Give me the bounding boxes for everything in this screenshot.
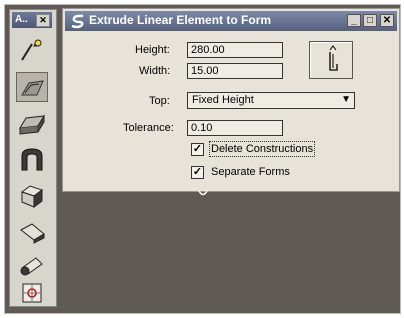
palette-title: A.. [15, 14, 28, 25]
dialog-titlebar[interactable]: Extrude Linear Element to Form _ □ ✕ [65, 11, 397, 31]
slab-icon [19, 114, 45, 135]
tool-element-selection[interactable] [16, 36, 48, 66]
separate-forms-checkbox[interactable]: ✓ [191, 166, 204, 179]
chevron-down-icon: ▼ [341, 94, 351, 105]
height-label: Height: [135, 44, 170, 56]
cylinder-icon [20, 257, 43, 276]
extrude-dialog: Extrude Linear Element to Form _ □ ✕ Hei… [62, 8, 400, 192]
box-icon [20, 185, 44, 208]
tool-cylinder[interactable] [16, 250, 48, 280]
tool-slab[interactable] [16, 108, 48, 138]
maximize-button[interactable]: □ [363, 14, 377, 27]
height-field[interactable]: 280.00 [187, 42, 283, 58]
delete-constructions-checkbox[interactable]: ✓ [191, 143, 204, 156]
microstation-app-icon [71, 14, 84, 29]
palette-titlebar[interactable]: A.. ✕ [12, 12, 52, 28]
separate-forms-label[interactable]: Separate Forms [211, 166, 290, 178]
tool-settings[interactable] [16, 278, 48, 308]
width-field[interactable]: 15.00 [187, 63, 283, 79]
extrude-form-icon [21, 80, 44, 96]
width-label: Width: [139, 65, 171, 77]
tool-box[interactable] [16, 180, 48, 210]
tool-extrude-linear-to-form[interactable] [16, 72, 48, 102]
direction-arrow-icon [329, 45, 338, 71]
top-select-value: Fixed Height [192, 94, 254, 106]
top-label: Top: [149, 95, 170, 107]
tool-palette: A.. ✕ [9, 9, 57, 307]
tool-wedge[interactable] [16, 216, 48, 246]
arrow-pointer-icon [21, 39, 42, 61]
tolerance-field[interactable]: 0.10 [187, 120, 283, 136]
minimize-button[interactable]: _ [347, 14, 361, 27]
palette-close-button[interactable]: ✕ [36, 14, 50, 27]
close-button[interactable]: ✕ [380, 14, 394, 27]
grid-settings-icon [22, 283, 42, 303]
delete-constructions-label[interactable]: Delete Constructions [208, 141, 316, 157]
direction-toggle-button[interactable] [309, 41, 353, 79]
tool-arch[interactable] [16, 144, 48, 174]
dialog-title: Extrude Linear Element to Form [89, 13, 272, 27]
tolerance-label: Tolerance: [123, 122, 174, 134]
top-select[interactable]: Fixed Height ▼ [187, 92, 355, 109]
cursor-icon [198, 190, 208, 196]
wedge-icon [20, 223, 45, 244]
arch-icon [21, 148, 43, 171]
